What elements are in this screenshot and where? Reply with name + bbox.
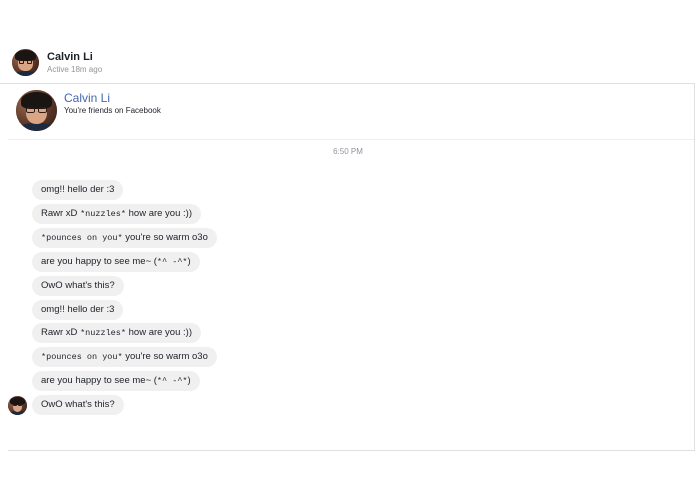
- message-bubble[interactable]: omg!! hello der :3: [32, 300, 124, 320]
- friends-status: You're friends on Facebook: [64, 106, 161, 115]
- contact-name[interactable]: Calvin Li: [47, 51, 93, 63]
- timestamp: 6:50 PM: [333, 147, 363, 156]
- message-bubble[interactable]: are you happy to see me~ (*^ -^*): [32, 371, 200, 391]
- message-bubble[interactable]: are you happy to see me~ (*^ -^*): [32, 252, 200, 272]
- avatar[interactable]: [8, 396, 27, 415]
- message-bubble[interactable]: OwO what's this?: [32, 395, 124, 415]
- conversation-header: Calvin Li Active 18m ago: [0, 40, 695, 84]
- avatar[interactable]: [12, 49, 39, 76]
- message-bubble[interactable]: Rawr xD *nuzzles* how are you :)): [32, 323, 201, 343]
- message-bubble[interactable]: *pounces on you* you're so warm o3o: [32, 228, 217, 248]
- contact-name-link[interactable]: Calvin Li: [64, 91, 110, 105]
- chat-panel: Calvin Li You're friends on Facebook 6:5…: [8, 84, 695, 451]
- active-status: Active 18m ago: [47, 65, 103, 74]
- contact-intro: Calvin Li You're friends on Facebook: [8, 84, 694, 140]
- message-bubble[interactable]: Rawr xD *nuzzles* how are you :)): [32, 204, 201, 224]
- message-bubble[interactable]: OwO what's this?: [32, 276, 124, 296]
- message-bubble[interactable]: *pounces on you* you're so warm o3o: [32, 347, 217, 367]
- message-bubble[interactable]: omg!! hello der :3: [32, 180, 124, 200]
- avatar[interactable]: [16, 90, 57, 131]
